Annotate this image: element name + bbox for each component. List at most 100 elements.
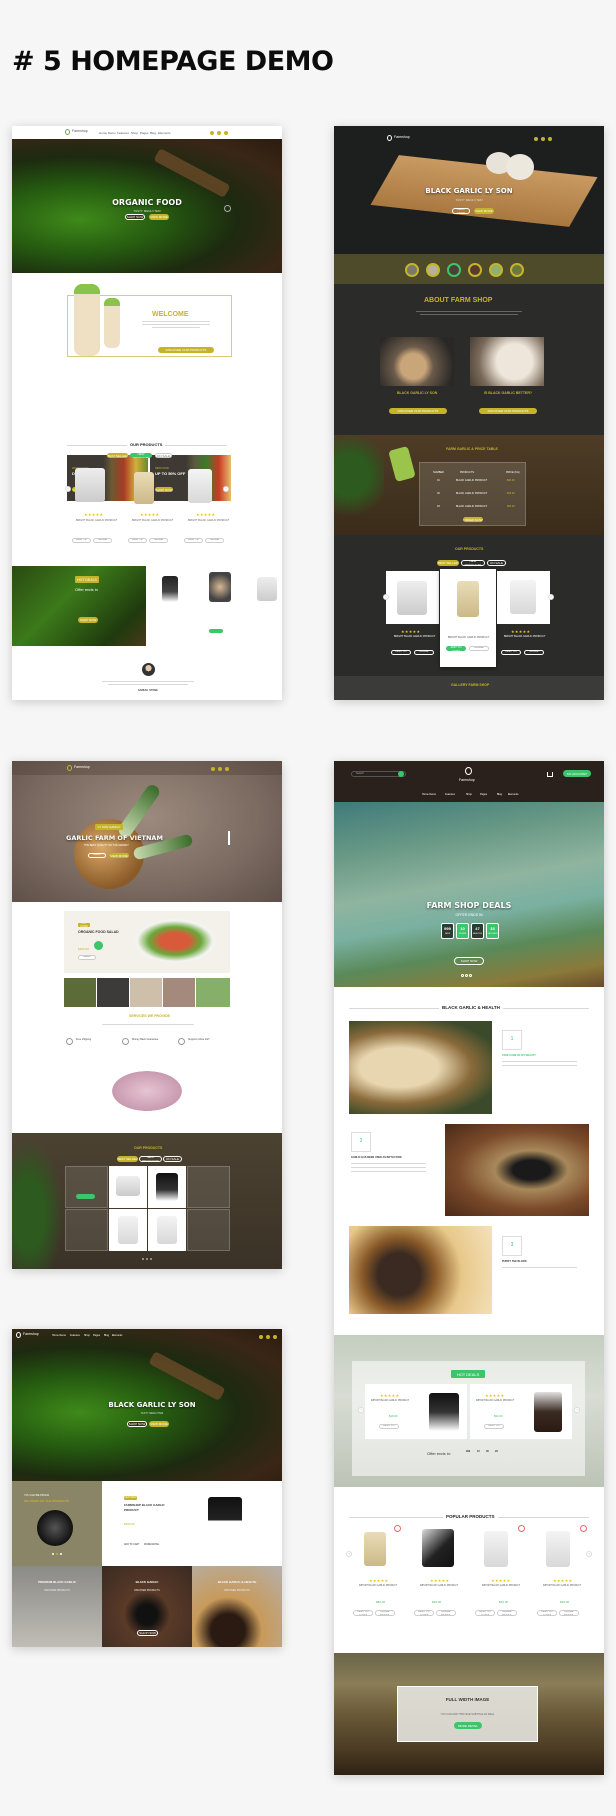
more-detail-button[interactable]: MORE DETAIL	[93, 538, 112, 543]
carousel-dot[interactable]	[52, 1553, 54, 1555]
demo-card-garlic-farm[interactable]: Farmshop LY SON GARLIC GARLIC FARM OF VI…	[12, 761, 282, 1269]
user-icon[interactable]	[217, 131, 221, 135]
nav-item[interactable]: Features	[70, 1334, 80, 1337]
nav-item[interactable]: Features	[117, 131, 129, 135]
tab-on-sale[interactable]: ON SALE	[163, 1156, 182, 1162]
add-to-cart-button[interactable]	[76, 1194, 95, 1199]
gallery-thumb[interactable]	[130, 978, 162, 1007]
carousel-dot[interactable]	[150, 1258, 152, 1260]
tab-best-seller[interactable]: BEST SELLER	[107, 453, 128, 458]
add-to-cart-button[interactable]: ADD TO CART	[501, 650, 521, 655]
nav-item[interactable]: Shop	[131, 131, 138, 135]
carousel-next-arrow[interactable]: ›	[548, 594, 554, 600]
view-more-button[interactable]: VIEW MORE	[149, 1421, 169, 1427]
product-name[interactable]: BRIGHT BLACK GARLIC PRODUCT	[76, 519, 117, 522]
popular-product-name[interactable]: IMPORT BLACK GARLIC PRODUCT	[482, 1585, 520, 1587]
nav-item[interactable]: Pages	[140, 131, 149, 135]
carousel-next-arrow[interactable]: ›	[586, 1551, 592, 1557]
tab-best-seller[interactable]: BEST SELLER	[117, 1156, 138, 1162]
nav-item[interactable]: Home Demo	[52, 1334, 66, 1337]
product-cell[interactable]	[187, 1209, 230, 1251]
add-to-cart-button[interactable]: ADD TO CART	[379, 1424, 399, 1429]
product-name[interactable]: BRIGHT BLACK GARLIC PRODUCT	[188, 519, 229, 522]
popular-product-name[interactable]: IMPORT BLACK GARLIC PRODUCT	[359, 1585, 397, 1587]
add-to-cart-button[interactable]: ADD TO CART	[353, 1610, 373, 1616]
demo-card-organic-food[interactable]: Farmshop Home Demo Features Shop Pages B…	[12, 126, 282, 700]
user-icon[interactable]	[541, 137, 545, 141]
more-detail-button[interactable]: MORE DETAIL	[149, 538, 168, 543]
nav-item[interactable]: Home Demo	[99, 131, 116, 135]
add-to-cart-button[interactable]: ADD TO CART	[184, 538, 203, 543]
carousel-prev-arrow[interactable]: ‹	[383, 594, 389, 600]
carousel-prev-arrow[interactable]: ‹	[358, 1407, 364, 1413]
category-icon[interactable]	[510, 263, 524, 277]
popular-product-image[interactable]	[546, 1531, 570, 1567]
category-icon[interactable]	[489, 263, 503, 277]
carousel-prev-arrow[interactable]: ‹	[346, 1551, 352, 1557]
more-detail-button[interactable]: MORE DETAIL	[414, 650, 434, 655]
popular-product-name[interactable]: IMPORT BLACK GARLIC PRODUCT	[543, 1585, 581, 1587]
nav-item[interactable]: Elements	[508, 793, 518, 796]
nav-item[interactable]: Elements	[112, 1334, 122, 1337]
search-button-icon[interactable]	[398, 771, 404, 777]
cart-icon[interactable]	[547, 772, 553, 777]
product-image-pouch[interactable]	[188, 469, 212, 503]
more-detail-button[interactable]: MORE DETAIL	[497, 1610, 517, 1616]
popular-product-image[interactable]	[364, 1532, 386, 1566]
product-name[interactable]: BRIGHT BLACK GARLIC PRODUCT	[448, 636, 489, 639]
popular-product-image[interactable]	[484, 1531, 508, 1567]
view-more-button[interactable]: VIEW MORE	[109, 853, 129, 858]
nav-item[interactable]: Features	[445, 793, 455, 796]
more-detail-button[interactable]: MORE DETAIL	[436, 1610, 456, 1616]
category-tile[interactable]: PREMIUM BLACK GARLIC DISCOVER PRODUCTS	[12, 1566, 102, 1647]
category-icon[interactable]	[405, 263, 419, 277]
deal-add-button[interactable]	[209, 629, 223, 633]
carousel-next-arrow[interactable]: ›	[574, 1407, 580, 1413]
my-account-button[interactable]: MY ACCOUNT	[563, 770, 591, 777]
product-image-bag[interactable]	[134, 472, 154, 504]
more-detail-button[interactable]: MORE DETAIL	[524, 650, 544, 655]
carousel-next-arrow[interactable]: ›	[223, 486, 229, 492]
category-tile[interactable]: BLACK GARLIC DISCOVER PRODUCTS SHOP NOW	[102, 1566, 192, 1647]
product-cell[interactable]	[65, 1209, 108, 1251]
tab-on-sale[interactable]: ON SALE	[487, 560, 506, 566]
product-name[interactable]: BRIGHT BLACK GARLIC PRODUCT	[394, 635, 435, 638]
gallery-thumb[interactable]	[163, 978, 195, 1007]
nav-item[interactable]: Blog	[497, 793, 502, 796]
deal-card[interactable]: ★★★★★ IMPORT BLACK GARLIC PRODUCT $18.00…	[365, 1384, 467, 1439]
discover-products-button[interactable]: DISCOVER OUR PRODUCTS	[158, 347, 214, 353]
view-more-button[interactable]: VIEW MORE	[149, 214, 169, 220]
popular-product-image[interactable]	[422, 1529, 454, 1567]
tab-new-products[interactable]: NEW PRODUCTS	[139, 1156, 162, 1162]
cart-icon[interactable]	[224, 131, 228, 135]
view-more-button[interactable]: VIEW MORE	[474, 208, 494, 214]
cart-icon[interactable]	[548, 137, 552, 141]
more-detail-button[interactable]: MORE DETAIL	[375, 1610, 395, 1616]
shop-now-button[interactable]: SHOP NOW	[88, 853, 106, 858]
nav-item[interactable]: Elements	[158, 131, 171, 135]
nav-item[interactable]: Blog	[104, 1334, 109, 1337]
search-icon[interactable]	[259, 1335, 263, 1339]
about-discover-button[interactable]: DISCOVER OUR PRODUCTS	[389, 408, 447, 414]
add-to-cart-button[interactable]: ADD TO CART	[537, 1610, 557, 1616]
shop-now-button[interactable]: SHOP NOW	[125, 214, 145, 220]
more-detail-button[interactable]: MORE DETAIL	[559, 1610, 579, 1616]
user-icon[interactable]	[266, 1335, 270, 1339]
gallery-thumb[interactable]	[64, 978, 96, 1007]
product-name[interactable]: BRIGHT BLACK GARLIC PRODUCT	[504, 635, 545, 638]
cart-icon[interactable]	[225, 767, 229, 771]
demo-card-farm-shop-deals[interactable]: Search Farmshop MY ACCOUNT Home Demo Fea…	[334, 761, 604, 1775]
slider-dot[interactable]	[469, 974, 472, 977]
popular-product-name[interactable]: IMPORT BLACK GARLIC PRODUCT	[420, 1585, 458, 1587]
nav-item[interactable]: Shop	[466, 793, 472, 796]
add-to-cart-button[interactable]: ADD TO CART	[484, 1424, 504, 1429]
add-to-cart-button[interactable]: ADD TO CART	[391, 650, 411, 655]
more-detail-button[interactable]: MORE DETAIL	[469, 646, 489, 651]
category-icon[interactable]	[426, 263, 440, 277]
deal-card[interactable]: ★★★★★ IMPORT BLACK GARLIC PRODUCT $90.00…	[470, 1384, 572, 1439]
demo-card-black-garlic-categories[interactable]: Farmshop Home Demo Features Shop Pages B…	[12, 1329, 282, 1647]
category-tile[interactable]: BLACK GARLIC & HEALTH DISCOVER PRODUCTS	[192, 1566, 282, 1647]
add-to-cart-button[interactable]: ADD TO CART	[475, 1610, 495, 1616]
nav-item[interactable]: Home Demo	[422, 793, 436, 796]
carousel-dot[interactable]	[60, 1553, 62, 1555]
